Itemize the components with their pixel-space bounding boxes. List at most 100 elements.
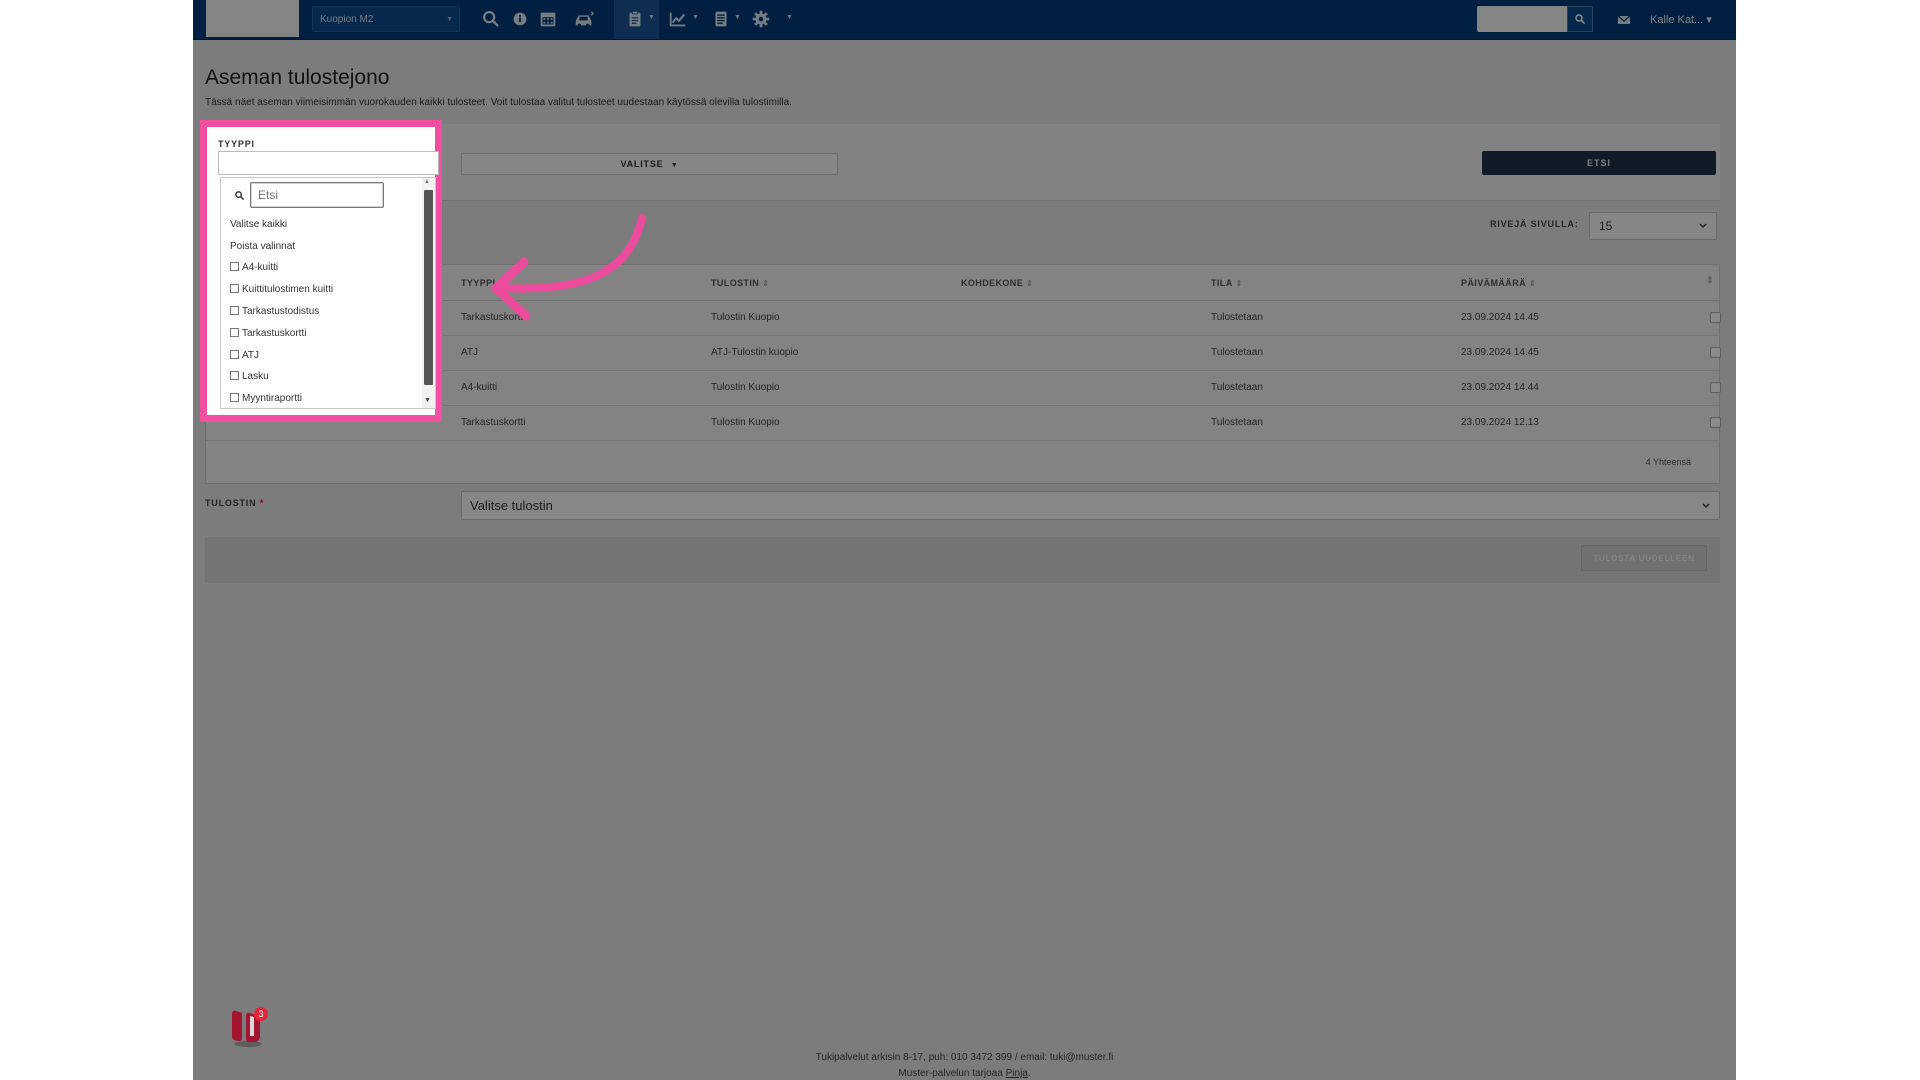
row-checkbox[interactable] xyxy=(1710,312,1721,323)
option-checkbox[interactable] xyxy=(230,350,239,359)
row-checkbox[interactable] xyxy=(1710,382,1721,393)
clear-selection-option[interactable]: Poista valinnat xyxy=(230,241,295,252)
printer-select-value: Valitse tulostin xyxy=(470,498,553,513)
footer-support: Tukipalvelut arkisin 8-17, puh: 010 3472… xyxy=(815,1052,1114,1063)
action-bar: TULOSTA UUDELLEEN xyxy=(205,537,1720,583)
chart-icon[interactable] xyxy=(666,8,690,30)
sort-icon: ⇕ xyxy=(1026,279,1034,288)
info-icon[interactable] xyxy=(509,8,531,30)
option-label: Myyntiraportti xyxy=(242,393,303,404)
printer-label: TULOSTIN * xyxy=(205,498,264,508)
valitse-dropdown-label: VALITSE xyxy=(620,159,664,169)
global-search-button[interactable] xyxy=(1567,6,1593,32)
search-icon[interactable] xyxy=(480,8,502,30)
chevron-down-icon: ▼ xyxy=(648,14,655,21)
option-atj[interactable]: ATJ xyxy=(230,350,259,361)
sort-icon: ⇕ xyxy=(1529,279,1537,288)
rows-per-page-select[interactable]: 15 xyxy=(1589,212,1717,240)
cell-status: Tulostetaan xyxy=(1211,417,1263,428)
scroll-up-icon[interactable]: ▲ xyxy=(424,179,430,185)
global-search-input[interactable] xyxy=(1477,6,1567,32)
column-header-printer-label: TULOSTIN xyxy=(711,278,760,288)
column-header-date[interactable]: PÄIVÄMÄÄRÄ ⇕ xyxy=(1461,278,1536,288)
annotation-arrow xyxy=(491,214,646,321)
column-header-target-label: KOHDEKONE xyxy=(961,278,1024,288)
document-icon[interactable] xyxy=(710,8,732,30)
dropdown-search-input[interactable] xyxy=(250,182,384,208)
page-description: Tässä näet aseman viimeisimmän vuorokaud… xyxy=(205,97,792,108)
cell-date: 23.09.2024 14.44 xyxy=(1461,382,1539,393)
option-checkbox[interactable] xyxy=(230,284,239,293)
page-title: Aseman tulostejono xyxy=(205,66,390,89)
column-header-printer[interactable]: TULOSTIN ⇕ xyxy=(711,278,769,288)
option-label: Tarkastustodistus xyxy=(242,306,320,317)
cell-type: Tarkastuskortti xyxy=(461,417,526,428)
chevron-down-icon: ▼ xyxy=(670,162,679,169)
chevron-down-icon xyxy=(1699,223,1707,229)
dropdown-scrollbar-thumb[interactable] xyxy=(424,190,433,385)
footer-provider: Muster-palvelun tarjoaa Pinja. xyxy=(193,1068,1736,1079)
search-icon xyxy=(1575,14,1585,24)
reprint-button[interactable]: TULOSTA UUDELLEEN xyxy=(1581,545,1707,571)
option-checkbox[interactable] xyxy=(230,306,239,315)
cell-status: Tulostetaan xyxy=(1211,312,1263,323)
valitse-dropdown[interactable]: VALITSE ▼ xyxy=(461,153,838,175)
sort-icon[interactable]: ⇕ xyxy=(1706,275,1714,286)
scroll-down-icon[interactable]: ▼ xyxy=(424,397,431,404)
sort-icon: ⇕ xyxy=(1235,279,1243,288)
chevron-down-icon: ▼ xyxy=(692,14,699,21)
cell-type: A4-kuitti xyxy=(461,382,498,393)
option-checkbox[interactable] xyxy=(230,262,239,271)
column-header-status-label: TILA xyxy=(1211,278,1233,288)
option-lasku[interactable]: Lasku xyxy=(230,371,269,382)
sort-icon: ⇕ xyxy=(762,279,770,288)
station-select[interactable]: Kuopion M2 ▼ xyxy=(312,6,460,32)
type-filter-label: TYYPPI xyxy=(218,139,255,149)
footer-provider-suffix: . xyxy=(1027,1068,1031,1079)
column-header-status[interactable]: TILA ⇕ xyxy=(1211,278,1243,288)
user-menu[interactable]: Kalle Kat... ▾ xyxy=(1650,13,1712,26)
notification-badge: 3 xyxy=(254,1007,268,1021)
required-mark: * xyxy=(259,498,265,508)
chevron-down-icon xyxy=(1702,503,1710,509)
option-label: A4-kuitti xyxy=(242,262,279,273)
station-select-value: Kuopion M2 xyxy=(320,14,374,25)
row-checkbox[interactable] xyxy=(1710,347,1721,358)
option-checkbox[interactable] xyxy=(230,393,239,402)
printer-select[interactable]: Valitse tulostin xyxy=(461,491,1720,520)
option-checkbox[interactable] xyxy=(230,371,239,380)
option-label: Kuittitulostimen kuitti xyxy=(242,284,334,295)
option-label: Lasku xyxy=(242,371,269,382)
option-tarkastuskortti[interactable]: Tarkastuskortti xyxy=(230,328,306,339)
option-tarkastustodistus[interactable]: Tarkastustodistus xyxy=(230,306,319,317)
option-a4-kuitti[interactable]: A4-kuitti xyxy=(230,262,278,273)
chevron-down-icon: ▼ xyxy=(786,14,793,21)
provider-link[interactable]: Pinja xyxy=(1006,1068,1028,1079)
clipboard-icon[interactable] xyxy=(624,8,646,30)
type-filter-select[interactable] xyxy=(218,151,439,175)
cell-printer: Tulostin Kuopio xyxy=(711,312,780,323)
option-myyntiraportti[interactable]: Myyntiraportti xyxy=(230,393,302,404)
search-button[interactable]: ETSI xyxy=(1482,151,1716,175)
calendar-icon[interactable] xyxy=(537,8,559,30)
column-header-target[interactable]: KOHDEKONE ⇕ xyxy=(961,278,1033,288)
option-label: Tarkastuskortti xyxy=(242,328,307,339)
cell-date: 23.09.2024 12.13 xyxy=(1461,417,1539,428)
mail-icon[interactable] xyxy=(1617,13,1631,25)
row-checkbox[interactable] xyxy=(1710,417,1721,428)
cell-type: ATJ xyxy=(461,347,479,358)
car-icon[interactable] xyxy=(571,8,597,30)
column-header-date-label: PÄIVÄMÄÄRÄ xyxy=(1461,278,1527,288)
chevron-down-icon: ▼ xyxy=(734,14,741,21)
gear-icon[interactable] xyxy=(750,8,772,30)
top-navigation: Kuopion M2 ▼ ▼ ▼ ▼ ▼ Kalle Kat... ▾ xyxy=(193,0,1736,40)
option-checkbox[interactable] xyxy=(230,328,239,337)
cell-printer: ATJ-Tulostin kuopio xyxy=(711,347,799,358)
cell-printer: Tulostin Kuopio xyxy=(711,382,780,393)
logo[interactable] xyxy=(206,0,299,37)
option-kuittitulostimen-kuitti[interactable]: Kuittitulostimen kuitti xyxy=(230,284,333,295)
rows-per-page-value: 15 xyxy=(1599,219,1613,233)
cell-status: Tulostetaan xyxy=(1211,347,1263,358)
rows-per-page-label: RIVEJÄ SIVULLA: xyxy=(1490,219,1579,229)
select-all-option[interactable]: Valitse kaikki xyxy=(230,219,287,230)
